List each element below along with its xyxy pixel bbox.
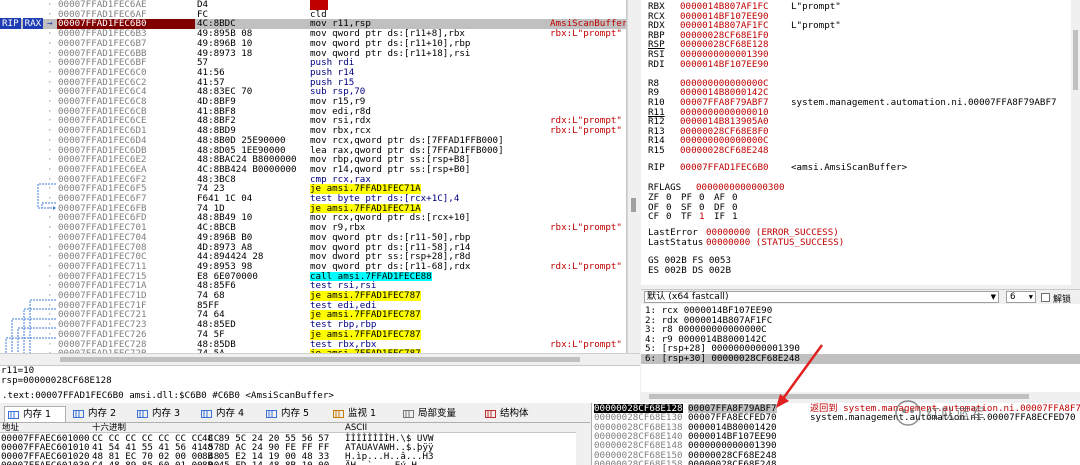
tab-1[interactable]: 内存 1 bbox=[4, 406, 66, 422]
stack-value: 00000028CF68E248 bbox=[688, 458, 777, 465]
dump-ascii: ÄH..`....Eý.H... bbox=[345, 461, 434, 465]
argument-row[interactable]: 6: [rsp+30] 00000028CF68E248 bbox=[641, 354, 1080, 364]
memory-icon bbox=[8, 410, 19, 420]
stack-address: 00000028CF68E158 bbox=[594, 458, 683, 465]
tab-4[interactable]: 内存 4 bbox=[198, 406, 259, 422]
rax-tag: RAX bbox=[22, 18, 44, 30]
call-convention-value: 默认 (x64 fastcall) bbox=[647, 291, 729, 302]
register-row-rip[interactable]: RIP 00007FFAD1FEC6B0 <amsi.AmsiScanBuffer> bbox=[641, 163, 1080, 173]
register-value[interactable]: 00007FFAD1FEC6B0 bbox=[680, 163, 769, 173]
tab-label: 结构体 bbox=[500, 408, 529, 419]
dump-tabs: 内存 1 内存 2 内存 3 内存 4 内存 5 监视 1 局部变量 结构体 bbox=[0, 405, 590, 423]
chevron-down-icon: ▼ bbox=[1028, 293, 1033, 301]
info-line-2: rsp=00000028CF68E128 bbox=[1, 374, 112, 386]
disassembly-vscrollbar[interactable] bbox=[627, 0, 640, 353]
disasm-bytes: D4 bbox=[197, 0, 209, 10]
tab-label: 内存 1 bbox=[23, 409, 52, 420]
dump-scrollbar[interactable] bbox=[576, 423, 590, 465]
dump-row[interactable]: 00007FFAEC601030C4 48 89 85 60 01 00 008… bbox=[0, 461, 590, 465]
disassembly-view[interactable]: ·00007FFAD1FEC6AED4??·00007FFAD1FEC6AFFC… bbox=[0, 0, 627, 353]
disasm-comment: rbx:L"prompt" bbox=[550, 223, 622, 233]
disasm-instruction: ?? bbox=[310, 0, 546, 10]
disasm-comment: rdx:L"prompt" bbox=[550, 116, 622, 127]
tab-label: 内存 4 bbox=[216, 408, 245, 419]
chevron-down-icon: ▼ bbox=[990, 293, 996, 301]
rip-tag: RIP bbox=[0, 18, 21, 30]
register-comment: L"prompt" bbox=[791, 1, 841, 12]
arg-count-select[interactable]: 6 ▼ bbox=[1006, 291, 1036, 303]
disasm-bytes: 49:8973 18 bbox=[197, 47, 253, 59]
tab-label: 内存 2 bbox=[88, 408, 117, 419]
register-name: RDI bbox=[648, 58, 665, 70]
dump-header-ascii: ASCII bbox=[345, 423, 368, 433]
laststatus-row: LastStatus 00000000 (STATUS_SUCCESS) bbox=[648, 237, 845, 248]
flags-row: OF 0 SF 0 DF 0 bbox=[641, 202, 1080, 213]
locals-icon bbox=[403, 409, 414, 419]
registers-scrollbar[interactable] bbox=[1071, 0, 1080, 285]
register-row-rdi[interactable]: RDI 0000014BF107EE90 bbox=[641, 58, 1080, 70]
tab-label: 监视 1 bbox=[348, 408, 377, 419]
call-convention-bar: 默认 (x64 fastcall) ▼ 6 ▼ 解锁 bbox=[641, 289, 1080, 305]
register-value[interactable]: 0000014BF107EE90 bbox=[680, 59, 769, 70]
flag-name: TF bbox=[681, 211, 693, 223]
register-comment: L"prompt" bbox=[791, 20, 841, 32]
flags-row: CF 0 TF 1 IF 1 bbox=[641, 212, 1080, 222]
stack-row[interactable]: 00000028CF68E158 00000028CF68E248 bbox=[592, 458, 1080, 465]
dump-header-address: 地址 bbox=[2, 423, 20, 433]
memory-icon bbox=[137, 409, 148, 419]
rip-label: RIP RAX bbox=[0, 18, 46, 30]
disasm-comment: rbx:L"prompt" bbox=[550, 29, 622, 39]
disassembly-hscrollbar[interactable] bbox=[0, 353, 640, 365]
arguments-list[interactable]: 1: rcx 0000014BF107EE90 2: rdx 0000014B80… bbox=[641, 304, 1080, 399]
tab-6[interactable]: 监视 1 bbox=[330, 406, 396, 422]
tab-3[interactable]: 内存 3 bbox=[134, 406, 194, 422]
struct-icon bbox=[485, 409, 496, 419]
tab-label: 内存 3 bbox=[152, 408, 181, 419]
register-comment: system.management.automation.ni.00007FFA… bbox=[791, 97, 1057, 108]
flag-name: CF bbox=[648, 211, 660, 223]
tab-label: 局部变量 bbox=[418, 408, 457, 419]
registers-panel[interactable]: RBX 0000014B807AF1FC L"prompt" RCX 0000014BF… bbox=[641, 0, 1080, 285]
register-value[interactable]: 00000028CF68E248 bbox=[680, 146, 769, 156]
arg-count-value: 6 bbox=[1010, 291, 1016, 302]
disasm-comment: rbx:L"prompt" bbox=[550, 339, 622, 350]
dump-header-hex: 十六进制 bbox=[92, 423, 127, 433]
tab-7[interactable]: 局部变量 bbox=[400, 406, 478, 422]
breakpoint-marker bbox=[310, 0, 328, 10]
dump-address: 00007FFAEC601030 bbox=[1, 461, 90, 465]
memory-icon bbox=[266, 409, 277, 419]
address-bar: .text:00007FFAD1FEC6B0 amsi.dll:$C6B0 #C… bbox=[0, 390, 640, 402]
flag-name: IF bbox=[714, 211, 726, 223]
dump-hex: 8B 45 FD 14 48 8B 10 00 bbox=[202, 461, 329, 465]
disasm-comment: rdx:L"prompt" bbox=[550, 261, 622, 272]
flags-row: ZF 0 PF 0 AF 0 bbox=[641, 193, 1080, 203]
memory-dump[interactable]: 地址 十六进制 ASCII 00007FFAEC601000 CC CC CC C… bbox=[0, 423, 590, 465]
flag-value[interactable]: 1 bbox=[699, 212, 705, 222]
rflags-value[interactable]: 0000000000000300 bbox=[696, 183, 785, 193]
unlock-checkbox[interactable] bbox=[1041, 293, 1050, 302]
tab-8[interactable]: 结构体 bbox=[482, 406, 550, 422]
tab-5[interactable]: 内存 5 bbox=[263, 406, 325, 422]
tab-label: 内存 5 bbox=[281, 408, 310, 419]
flag-value[interactable]: 1 bbox=[732, 212, 738, 222]
laststatus-value[interactable]: 00000000 (STATUS_SUCCESS) bbox=[706, 238, 844, 248]
memory-icon bbox=[201, 409, 212, 419]
segment-row-2: ES 002B DS 002B bbox=[648, 265, 731, 276]
flag-value[interactable]: 0 bbox=[666, 212, 672, 222]
tab-2[interactable]: 内存 2 bbox=[70, 406, 130, 422]
register-name: R15 bbox=[648, 145, 665, 156]
call-convention-select[interactable]: 默认 (x64 fastcall) ▼ bbox=[644, 291, 999, 303]
dump-hex: C4 48 89 85 60 01 00 00 bbox=[92, 461, 219, 465]
register-comment: <amsi.AmsiScanBuffer> bbox=[791, 162, 908, 173]
watermark-text: 红队蓝军 bbox=[926, 407, 986, 423]
disasm-comment: rbx:L"prompt" bbox=[550, 126, 622, 136]
rflags-row: RFLAGS 0000000000000300 bbox=[648, 182, 785, 193]
disasm-comment: AmsiScanBuffer bbox=[550, 19, 626, 30]
memory-icon bbox=[73, 409, 84, 419]
register-name: RIP bbox=[648, 162, 665, 173]
dump-header: 地址 十六进制 ASCII bbox=[0, 423, 590, 433]
watch-icon bbox=[333, 409, 344, 419]
register-row-r15[interactable]: R15 00000028CF68E248 bbox=[641, 146, 1080, 156]
